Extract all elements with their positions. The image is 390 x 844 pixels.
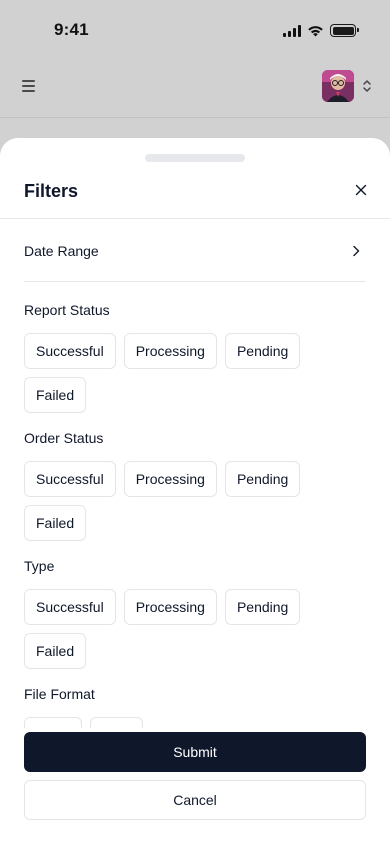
chip-processing[interactable]: Processing <box>123 461 217 497</box>
chip-list: Excel CSV <box>24 717 324 728</box>
close-icon <box>355 184 367 196</box>
sheet-grabber[interactable] <box>145 154 245 162</box>
date-range-label: Date Range <box>24 242 99 259</box>
chip-successful[interactable]: Successful <box>24 461 116 497</box>
group-label: Report Status <box>24 302 110 318</box>
close-button[interactable] <box>352 181 370 199</box>
chip-pending[interactable]: Pending <box>224 333 301 369</box>
cancel-button[interactable]: Cancel <box>24 780 366 820</box>
filters-body: Date Range Report Status Successful Proc… <box>0 220 390 728</box>
submit-button[interactable]: Submit <box>24 732 366 772</box>
chip-processing[interactable]: Processing <box>123 589 217 625</box>
report-status-group: Report Status Successful Processing Pend… <box>24 300 366 413</box>
chip-successful[interactable]: Successful <box>24 589 116 625</box>
group-label: Type <box>24 558 55 574</box>
sheet-header: Filters <box>0 166 390 219</box>
file-format-group: File Format Excel CSV <box>24 684 366 728</box>
app-header <box>0 62 390 118</box>
chip-list: Successful Processing Pending Failed <box>24 589 324 669</box>
sheet-title: Filters <box>24 181 79 201</box>
chip-pending[interactable]: Pending <box>224 461 301 497</box>
chip-successful[interactable]: Successful <box>24 333 116 369</box>
chip-list: Successful Processing Pending Failed <box>24 333 324 413</box>
chip-failed[interactable]: Failed <box>24 505 87 541</box>
chip-processing[interactable]: Processing <box>123 333 217 369</box>
chip-failed[interactable]: Failed <box>24 377 87 413</box>
chip-csv[interactable]: CSV <box>90 717 144 728</box>
status-time: 9:41 <box>54 20 89 39</box>
battery-icon <box>330 24 359 37</box>
status-icons <box>283 24 359 37</box>
chip-excel[interactable]: Excel <box>24 717 83 728</box>
account-switcher[interactable] <box>322 70 372 102</box>
chevron-up-down-icon <box>363 80 371 92</box>
status-bar: 9:41 <box>0 0 390 62</box>
group-label: Order Status <box>24 430 104 446</box>
order-status-group: Order Status Successful Processing Pendi… <box>24 428 366 541</box>
avatar <box>322 70 354 102</box>
date-range-row[interactable]: Date Range <box>24 220 366 282</box>
group-label: File Format <box>24 686 95 702</box>
screen: 9:41 Filters Date Range Report Status Su… <box>0 0 390 844</box>
chip-list: Successful Processing Pending Failed <box>24 461 324 541</box>
sheet-footer: Submit Cancel <box>24 732 366 820</box>
type-group: Type Successful Processing Pending Faile… <box>24 556 366 669</box>
filters-sheet: Filters Date Range Report Status Success… <box>0 138 390 844</box>
menu-icon[interactable] <box>22 80 35 92</box>
chip-pending[interactable]: Pending <box>224 589 301 625</box>
chip-failed[interactable]: Failed <box>24 633 87 669</box>
chevron-right-icon <box>353 245 360 256</box>
cellular-signal-icon <box>283 24 301 37</box>
wifi-icon <box>308 25 323 36</box>
